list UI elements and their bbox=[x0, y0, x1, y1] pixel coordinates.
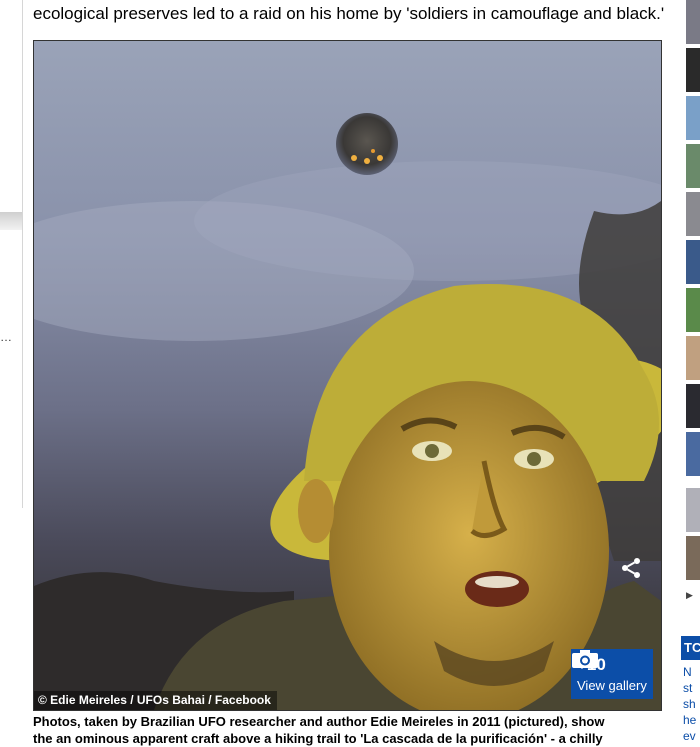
photo-scene bbox=[34, 113, 661, 710]
sidebar-links: N st sh he ev bbox=[683, 664, 700, 744]
left-sidebar-text: … bbox=[0, 330, 12, 344]
gallery-label: View gallery bbox=[577, 678, 647, 693]
article-paragraph: ecological preserves led to a raid on hi… bbox=[33, 4, 665, 23]
share-button[interactable] bbox=[619, 556, 653, 590]
image-credit: © Edie Meireles / UFOs Bahai / Facebook bbox=[34, 691, 277, 710]
camera-icon bbox=[572, 650, 598, 668]
left-sidebar: … bbox=[0, 0, 23, 508]
left-sidebar-bar bbox=[0, 212, 22, 230]
view-gallery-button[interactable]: +10 View gallery bbox=[571, 649, 653, 699]
share-icon bbox=[622, 558, 640, 578]
sidebar-thumbnail[interactable] bbox=[686, 432, 700, 476]
sidebar-link[interactable]: N bbox=[683, 664, 700, 680]
sidebar-thumbnail[interactable] bbox=[686, 488, 700, 532]
sidebar-section-header: TC bbox=[681, 636, 700, 660]
sidebar-thumbnail[interactable] bbox=[686, 384, 700, 428]
sidebar-thumbnail[interactable] bbox=[686, 336, 700, 380]
caption-line: the an ominous apparent craft above a hi… bbox=[33, 731, 603, 746]
sidebar-link[interactable]: he bbox=[683, 712, 700, 728]
sidebar-thumbnail[interactable] bbox=[686, 96, 700, 140]
sidebar-thumbnail[interactable] bbox=[686, 0, 700, 44]
sidebar-thumbnail[interactable] bbox=[686, 48, 700, 92]
caption-line: Photos, taken by Brazilian UFO researche… bbox=[33, 714, 605, 729]
right-sidebar: ▶ bbox=[683, 0, 700, 742]
sidebar-thumbnail[interactable] bbox=[686, 288, 700, 332]
sidebar-thumbnail[interactable] bbox=[686, 240, 700, 284]
sidebar-thumbnail[interactable] bbox=[686, 536, 700, 580]
sidebar-link[interactable]: st bbox=[683, 680, 700, 696]
sidebar-thumbnail[interactable] bbox=[686, 144, 700, 188]
sidebar-link[interactable]: sh bbox=[683, 696, 700, 712]
orb-craft bbox=[336, 113, 398, 175]
article-image[interactable]: © Edie Meireles / UFOs Bahai / Facebook … bbox=[33, 40, 662, 711]
sidebar-thumbnail[interactable] bbox=[686, 192, 700, 236]
scroll-arrow-icon[interactable]: ▶ bbox=[686, 590, 693, 601]
